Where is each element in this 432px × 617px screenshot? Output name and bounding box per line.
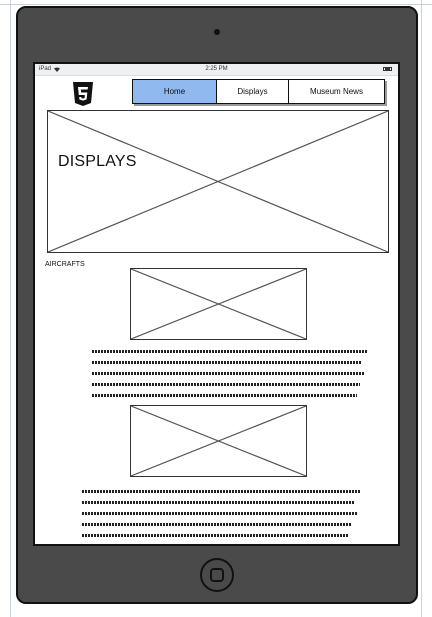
home-button-inner (210, 568, 224, 582)
placeholder-text-line (82, 523, 352, 526)
placeholder-text-line (92, 394, 357, 397)
placeholder-text-line (82, 501, 355, 504)
guide-line (421, 0, 422, 617)
status-time: 2:25 PM (205, 66, 228, 72)
home-button-icon[interactable] (200, 558, 234, 592)
hero-image-placeholder: DISPLAYS (47, 110, 389, 253)
guide-line (0, 4, 432, 5)
nav-item-museum-news[interactable]: Museum News (289, 80, 384, 103)
image-placeholder-icon (48, 111, 388, 252)
guide-line (10, 0, 11, 617)
aircraft-image-placeholder (130, 405, 307, 477)
hero-title: DISPLAYS (58, 153, 137, 170)
placeholder-text-line (92, 361, 363, 364)
image-placeholder-icon (131, 406, 306, 476)
placeholder-text-line (82, 490, 360, 493)
battery-icon (383, 67, 392, 71)
nav-item-displays[interactable]: Displays (217, 80, 289, 103)
tablet-screen: iPad 2:25 PM Home Displays Museum News D… (33, 62, 400, 546)
placeholder-text-line (92, 372, 366, 375)
placeholder-text-line (82, 534, 349, 537)
html5-logo-icon[interactable] (72, 81, 94, 107)
placeholder-text-line (92, 350, 368, 353)
aircraft-image-placeholder (130, 268, 307, 340)
status-bar: iPad 2:25 PM (35, 64, 398, 76)
placeholder-text-block (92, 350, 368, 405)
image-placeholder-icon (131, 269, 306, 339)
page: iPad 2:25 PM Home Displays Museum News D… (0, 0, 432, 617)
nav-item-home[interactable]: Home (133, 80, 217, 103)
placeholder-text-block (82, 490, 360, 544)
placeholder-text-line (82, 512, 358, 515)
section-label: AIRCRAFTS (45, 261, 85, 268)
main-nav: Home Displays Museum News (132, 79, 385, 104)
camera-icon (214, 29, 220, 35)
placeholder-text-line (92, 383, 360, 386)
